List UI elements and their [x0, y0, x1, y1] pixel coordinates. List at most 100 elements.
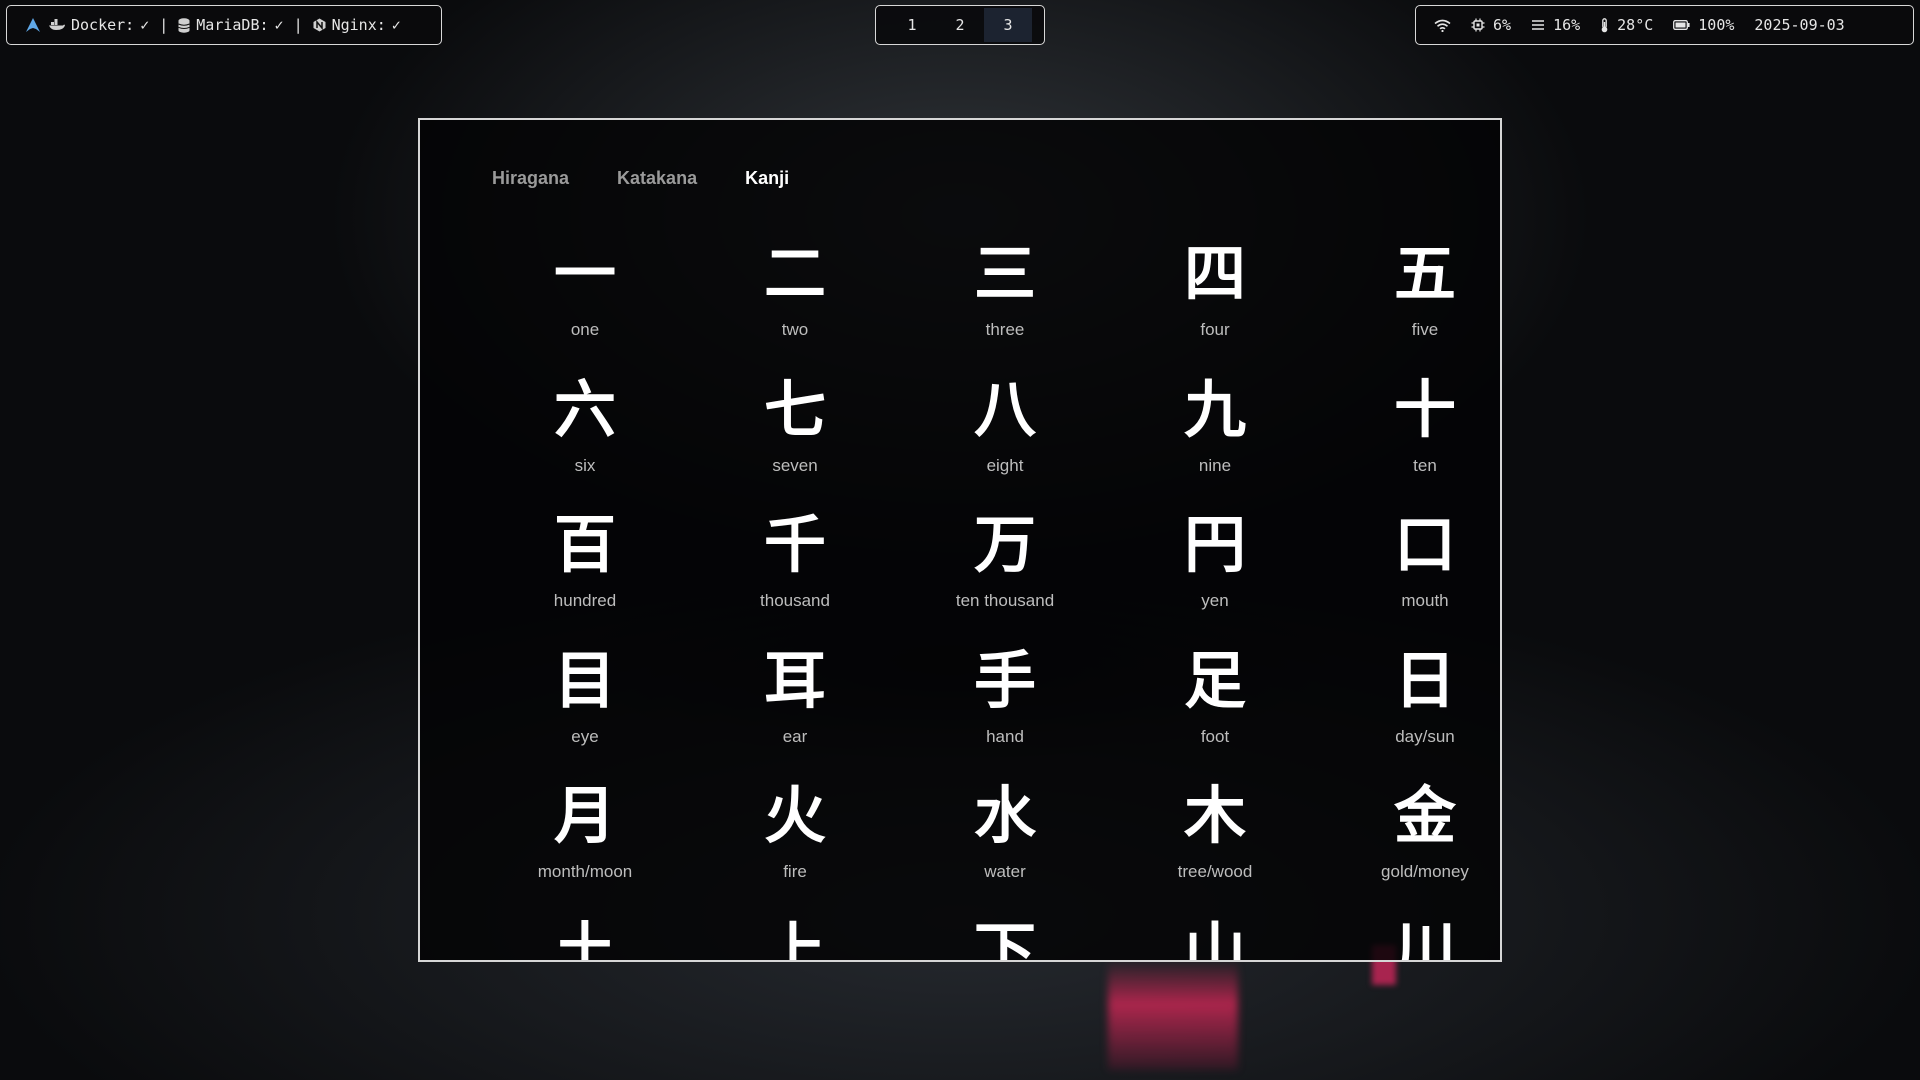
- wallpaper-red-reflection: [1108, 960, 1238, 1070]
- kanji-card[interactable]: 六 six: [480, 373, 690, 510]
- docker-status[interactable]: Docker: ✓: [49, 16, 149, 34]
- kanji-character: 日: [1393, 643, 1456, 717]
- thermometer-icon: [1600, 17, 1609, 33]
- kanji-meaning: eye: [571, 726, 599, 746]
- kanji-card[interactable]: 円 yen: [1110, 509, 1320, 645]
- kanji-character: 水: [973, 779, 1036, 852]
- kanji-card[interactable]: 火 fire: [690, 780, 900, 916]
- kanji-meaning: month/moon: [537, 862, 633, 881]
- kanji-card[interactable]: 百 hundred: [480, 509, 690, 645]
- kanji-card[interactable]: 四 four: [1110, 238, 1320, 374]
- nginx-check: ✓: [391, 16, 401, 34]
- kanji-character: 口: [1393, 508, 1456, 581]
- kanji-card[interactable]: 耳 ear: [690, 644, 900, 781]
- kanji-character: 万: [973, 508, 1036, 581]
- clock-date[interactable]: 2025-09-03: [1754, 16, 1844, 34]
- cpu-icon: [1471, 18, 1485, 32]
- kanji-character: 足: [1183, 643, 1246, 717]
- kanji-meaning: hand: [986, 726, 1024, 746]
- kanji-meaning: two: [781, 320, 809, 339]
- kanji-card[interactable]: 手 hand: [900, 643, 1110, 781]
- tab-katakana[interactable]: Katakana: [617, 168, 697, 189]
- kanji-card[interactable]: 月 month/moon: [480, 780, 690, 916]
- tab-kanji[interactable]: Kanji: [745, 168, 789, 189]
- workspace-3-button[interactable]: 3: [984, 8, 1032, 42]
- kanji-card[interactable]: 水 water: [900, 780, 1110, 916]
- kanji-character: 九: [1183, 372, 1246, 446]
- kanji-meaning: six: [574, 455, 596, 475]
- nginx-icon: [313, 18, 326, 32]
- kanji-card[interactable]: 九 nine: [1110, 372, 1320, 510]
- kanji-meaning: yen: [1201, 591, 1229, 610]
- kanji-card[interactable]: 上: [690, 915, 900, 960]
- kanji-card[interactable]: 川: [1320, 914, 1500, 962]
- workspace-2-button[interactable]: 2: [936, 8, 984, 42]
- kanji-card[interactable]: 八 eight: [900, 373, 1110, 510]
- tab-hiragana[interactable]: Hiragana: [492, 168, 569, 189]
- kanji-character: 五: [1393, 237, 1456, 310]
- arch-logo-icon[interactable]: [25, 17, 41, 33]
- mariadb-check: ✓: [274, 16, 284, 34]
- kanji-card[interactable]: 土: [480, 914, 690, 962]
- battery-status[interactable]: 100%: [1673, 16, 1734, 34]
- kanji-meaning: three: [985, 320, 1025, 339]
- kanji-card[interactable]: 山: [1110, 914, 1320, 962]
- temperature-status[interactable]: 28°C: [1600, 16, 1653, 34]
- kanji-card[interactable]: 足 foot: [1110, 643, 1320, 781]
- battery-icon: [1673, 20, 1690, 30]
- kanji-card[interactable]: 十 ten: [1320, 372, 1500, 510]
- workspace-1-button[interactable]: 1: [888, 8, 936, 42]
- kanji-card[interactable]: 一 one: [480, 238, 690, 374]
- memory-status[interactable]: 16%: [1531, 16, 1580, 34]
- kanji-character: 木: [1183, 779, 1246, 852]
- status-bar-right: 6% 16% 28°C 100% 2025-09-03: [1415, 5, 1914, 45]
- kanji-card[interactable]: 七 seven: [690, 372, 900, 510]
- kanji-character: 四: [1183, 237, 1246, 310]
- kanji-character: 十: [1393, 372, 1456, 446]
- kanji-character: 七: [763, 372, 826, 446]
- kanji-card[interactable]: 二 two: [690, 238, 900, 374]
- kanji-meaning: gold/money: [1381, 862, 1469, 881]
- kanji-character: 千: [763, 508, 826, 581]
- kanji-flashcard-panel: Hiragana Katakana Kanji 一 one 二 two 三 three 四 f…: [418, 118, 1502, 962]
- kanji-character: 月: [553, 779, 616, 852]
- separator: |: [159, 16, 169, 34]
- status-bar-left: Docker: ✓ | MariaDB: ✓ | Nginx: ✓: [6, 5, 442, 45]
- kanji-card[interactable]: 目 eye: [480, 643, 690, 781]
- kanji-character: 手: [973, 643, 1036, 717]
- kanji-character: 目: [553, 643, 616, 717]
- memory-icon: [1531, 19, 1545, 31]
- battery-value: 100%: [1698, 16, 1735, 34]
- kanji-card[interactable]: 金 gold/money: [1320, 779, 1500, 916]
- kanji-meaning: water: [984, 862, 1026, 881]
- kanji-meaning: thousand: [760, 591, 830, 610]
- kanji-meaning: mouth: [1401, 591, 1449, 610]
- docker-check: ✓: [140, 16, 150, 34]
- kanji-character: 金: [1393, 779, 1456, 852]
- kanji-card[interactable]: 五 five: [1320, 237, 1500, 374]
- cpu-status[interactable]: 6%: [1471, 16, 1511, 34]
- kanji-character: 山: [1183, 914, 1246, 962]
- kanji-meaning: hundred: [553, 591, 617, 610]
- kanji-card[interactable]: 三 three: [900, 238, 1110, 374]
- kanji-card[interactable]: 木 tree/wood: [1110, 780, 1320, 916]
- kanji-character: 土: [553, 914, 616, 962]
- database-icon: [178, 17, 190, 33]
- kanji-character: 川: [1393, 914, 1456, 962]
- kanji-character: 一: [553, 237, 616, 310]
- kanji-card[interactable]: 日 day/sun: [1320, 643, 1500, 781]
- kanji-meaning: foot: [1200, 726, 1230, 746]
- kanji-meaning: seven: [772, 455, 818, 475]
- kanji-card[interactable]: 万 ten thousand: [900, 509, 1110, 645]
- kanji-card[interactable]: 千 thousand: [690, 509, 900, 645]
- kanji-meaning: ten thousand: [955, 591, 1055, 610]
- nginx-label: Nginx:: [331, 16, 386, 34]
- mariadb-status[interactable]: MariaDB: ✓: [178, 16, 284, 34]
- workspace-switcher: 1 2 3: [875, 5, 1045, 45]
- wifi-status[interactable]: [1434, 19, 1451, 32]
- kanji-card[interactable]: 口 mouth: [1320, 508, 1500, 645]
- kanji-character: 火: [763, 779, 826, 852]
- docker-whale-icon: [49, 19, 65, 31]
- nginx-status[interactable]: Nginx: ✓: [313, 16, 401, 34]
- kanji-card[interactable]: 下: [900, 915, 1110, 960]
